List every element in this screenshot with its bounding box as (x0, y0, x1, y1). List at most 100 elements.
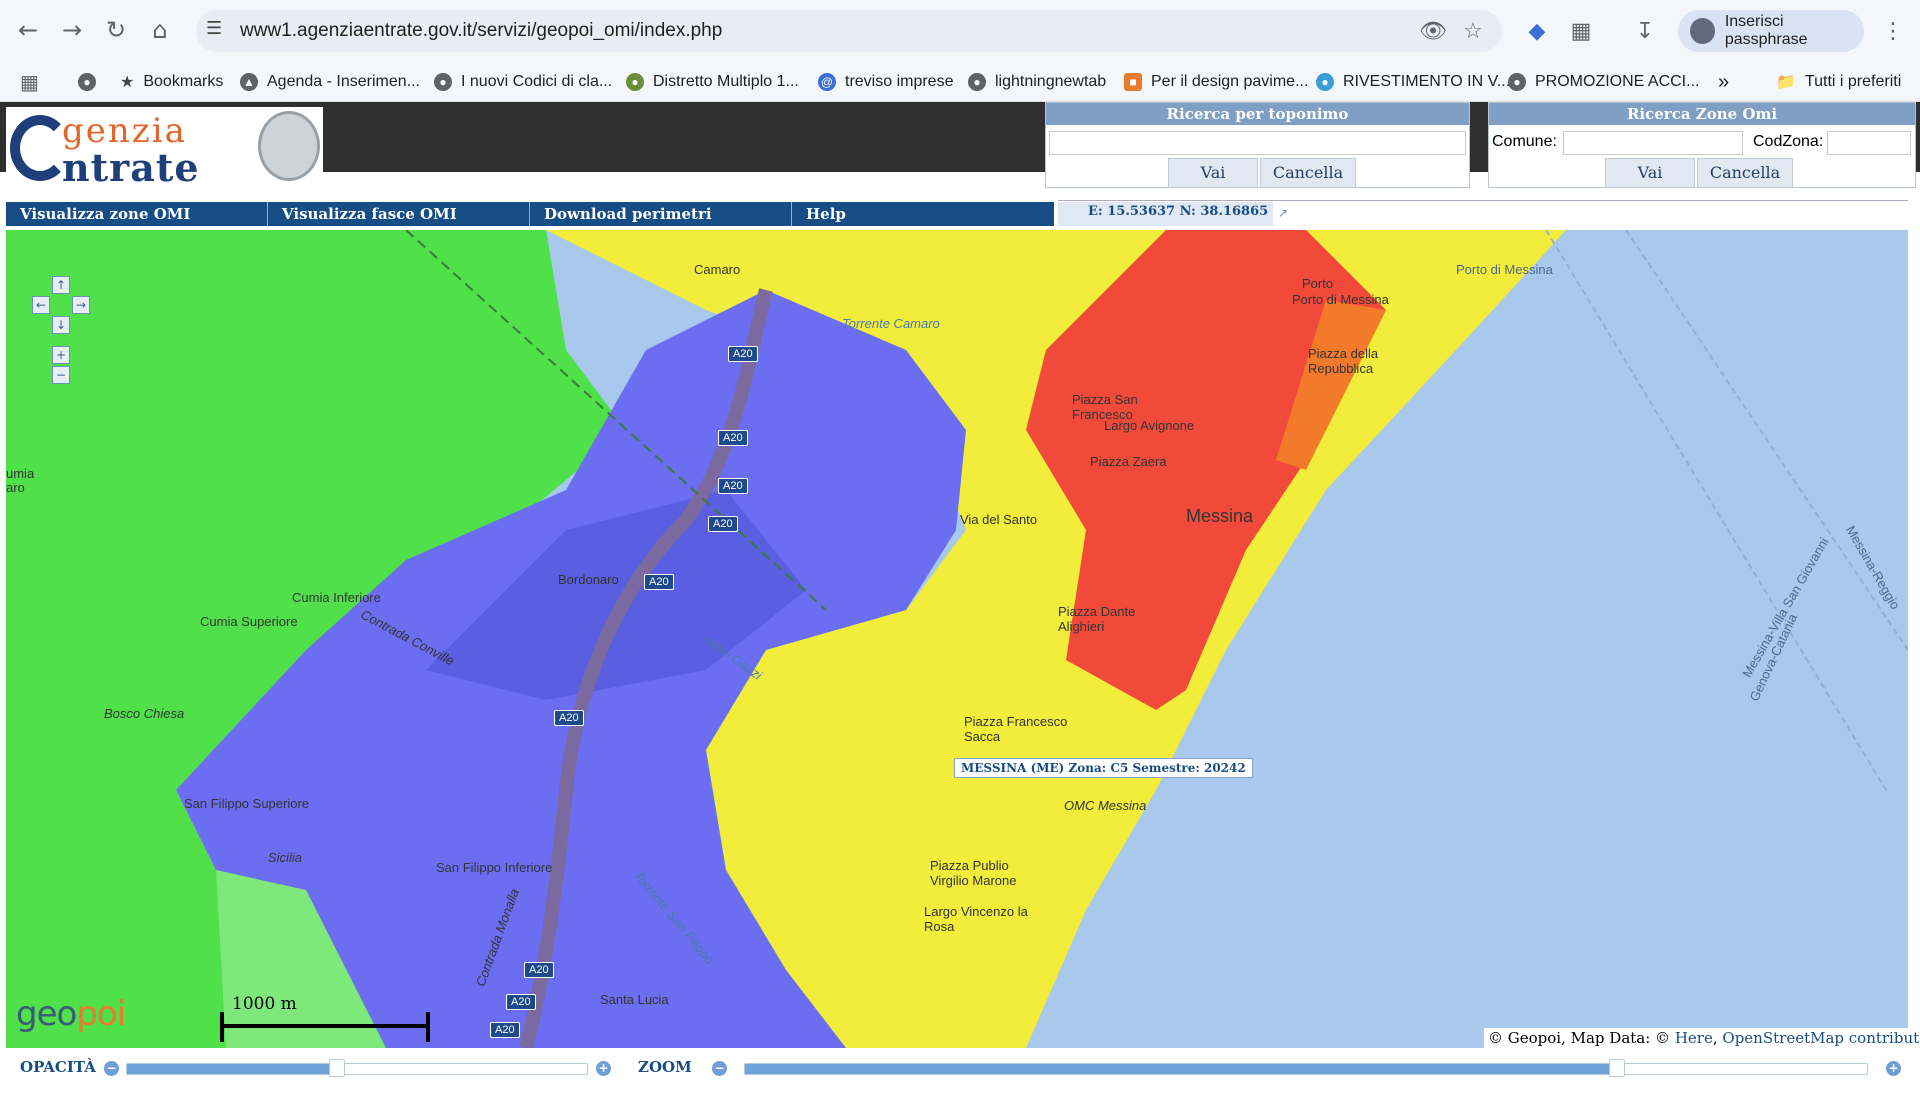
reload-icon[interactable]: ↻ (98, 12, 134, 48)
bookmark-label: Per il design pavime... (1151, 73, 1309, 90)
opacity-decrease-icon[interactable]: − (104, 1061, 119, 1076)
map-label: San Filippo Superiore (184, 796, 310, 811)
at-icon: @ (818, 73, 836, 91)
logo-e-mark (10, 115, 70, 181)
bookmark-label: Distretto Multiplo 1... (653, 73, 799, 90)
map-label: Porto (1302, 276, 1334, 291)
republic-seal-icon (258, 111, 320, 181)
pan-up-icon[interactable]: ↑ (52, 276, 70, 294)
toponym-input[interactable] (1049, 131, 1466, 155)
map-label: San Filippo Inferiore (436, 860, 553, 875)
bookmark-label: Bookmarks (143, 73, 224, 90)
highway-shield: A20 (728, 346, 758, 362)
eye-off-icon[interactable]: 👁 (1416, 14, 1450, 48)
bookmark-item-promozione[interactable]: ● PROMOZIONE ACCI... (1508, 70, 1699, 94)
opacity-label: OPACITÀ (20, 1058, 96, 1076)
globe-icon: ● (968, 73, 986, 91)
toponym-clear-button[interactable]: Cancella (1260, 158, 1356, 188)
menu-visualizza-fasce[interactable]: Visualizza fasce OMI (268, 202, 530, 226)
map-label: umia (6, 466, 35, 481)
highway-shield: A20 (708, 516, 738, 532)
zoom-out-icon[interactable]: − (52, 366, 70, 384)
map-label: Piazza Dante Alighieri (1058, 604, 1136, 634)
bookmark-item-bookmarks[interactable]: ★ Bookmarks (120, 70, 223, 94)
agenzia-entrate-logo[interactable]: genzia ntrate (6, 107, 323, 190)
globe-icon[interactable]: ● (78, 70, 105, 94)
highway-shield: A20 (490, 1022, 520, 1038)
map-label: Camaro (694, 262, 741, 277)
menu-help[interactable]: Help (792, 202, 1054, 226)
zone-clear-button[interactable]: Cancella (1697, 158, 1793, 188)
pan-down-icon[interactable]: ↓ (52, 316, 70, 334)
pan-control: ↑ ← → ↓ (30, 276, 92, 338)
menu-visualizza-zone[interactable]: Visualizza zone OMI (6, 202, 268, 226)
toponym-go-button[interactable]: Vai (1168, 158, 1258, 188)
swirl-icon: ● (1316, 73, 1334, 91)
back-icon[interactable]: ← (10, 12, 46, 48)
bookmark-item-distretto[interactable]: ● Distretto Multiplo 1... (626, 70, 799, 94)
zone-go-button[interactable]: Vai (1605, 158, 1695, 188)
bookmark-item-agenda[interactable]: ▲ Agenda - Inserimen... (240, 70, 420, 94)
highway-shield: A20 (644, 574, 674, 590)
map-label: Porto di Messina (1292, 292, 1389, 307)
lion-icon: ● (626, 73, 644, 91)
comune-input[interactable] (1563, 131, 1743, 155)
url-text[interactable]: www1.agenziaentrate.gov.it/servizi/geopo… (240, 20, 722, 42)
zoom-label: ZOOM (638, 1058, 692, 1076)
download-icon[interactable]: ↧ (1628, 14, 1662, 48)
opacity-slider-fill (127, 1064, 329, 1074)
extension-diamond-icon[interactable]: ◆ (1520, 14, 1554, 48)
map-label: Sicilia (268, 850, 302, 865)
forward-icon[interactable]: → (54, 12, 90, 48)
star-icon[interactable]: ☆ (1456, 14, 1490, 48)
opacity-slider-thumb[interactable] (329, 1059, 345, 1077)
external-link-icon[interactable]: ↗ (1278, 206, 1294, 222)
zoom-in-icon[interactable]: + (52, 346, 70, 364)
opacity-increase-icon[interactable]: + (596, 1061, 611, 1076)
zone-tooltip: MESSINA (ME) Zona: C5 Semestre: 20242 (954, 758, 1253, 778)
pan-right-icon[interactable]: → (72, 296, 90, 314)
extensions-icon[interactable]: ▦ (1564, 14, 1598, 48)
bookmark-item-codici[interactable]: ● I nuovi Codici di cla... (434, 70, 612, 94)
comune-label: Comune: (1492, 133, 1557, 150)
star-icon: ★ (120, 74, 135, 91)
zoom-slider-thumb[interactable] (1609, 1059, 1625, 1077)
globe-icon: ● (1508, 73, 1526, 91)
pan-left-icon[interactable]: ← (32, 296, 50, 314)
bookmark-item-treviso[interactable]: @ treviso imprese (818, 70, 953, 94)
apps-grid-icon[interactable]: ▦ (20, 70, 39, 94)
bookmark-item-rivestimento[interactable]: ● RIVESTIMENTO IN V... (1316, 70, 1510, 94)
zoom-decrease-icon[interactable]: − (712, 1061, 727, 1076)
map-label: Via del Santo (960, 512, 1038, 527)
codzona-input[interactable] (1827, 131, 1911, 155)
map-label: OMC Messina (1064, 798, 1147, 813)
menu-download-perimetri[interactable]: Download perimetri (530, 202, 792, 226)
passphrase-button[interactable]: Inserisci passphrase (1678, 10, 1864, 52)
map-label: Torrente Camaro (842, 316, 940, 331)
bookmark-item-lightning[interactable]: ● lightningnewtab (968, 70, 1106, 94)
attribution-link-here[interactable]: Here (1675, 1029, 1713, 1047)
map-label: Bosco Chiesa (104, 706, 185, 721)
map-canvas[interactable]: Camaro Torrente Camaro Porto Porto di Me… (6, 230, 1908, 1048)
scale-bar (222, 1024, 428, 1028)
site-info-icon[interactable]: ☰ (206, 18, 232, 44)
panel-title: Ricerca per toponimo (1046, 103, 1469, 125)
map-label: Porto di Messina (1456, 262, 1553, 277)
more-bookmarks-icon[interactable]: » (1718, 70, 1729, 94)
zoom-increase-icon[interactable]: + (1886, 1061, 1901, 1076)
all-bookmarks-folder[interactable]: 📁 Tutti i preferiti (1776, 70, 1901, 94)
map-label: Bordonaro (558, 572, 619, 587)
geopoi-logo: geopoi (16, 994, 126, 1034)
zoom-slider-fill (745, 1064, 1609, 1074)
bookmark-item-design[interactable]: ■ Per il design pavime... (1124, 70, 1308, 94)
bookmark-label: Tutti i preferiti (1804, 73, 1902, 90)
home-icon[interactable]: ⌂ (142, 12, 178, 48)
attribution-text: © Geopoi, Map Data: © (1488, 1029, 1671, 1047)
attribution-link-osm[interactable]: OpenStreetMap contributors (1722, 1029, 1920, 1047)
highway-shield: A20 (718, 478, 748, 494)
map-label: Largo Vincenzo la Rosa (924, 904, 1028, 934)
highway-shield: A20 (524, 962, 554, 978)
panel-title: Ricerca Zone Omi (1489, 103, 1915, 125)
menu-kebab-icon[interactable]: ⋮ (1876, 14, 1910, 48)
main-menu: Visualizza zone OMI Visualizza fasce OMI… (6, 202, 1054, 226)
